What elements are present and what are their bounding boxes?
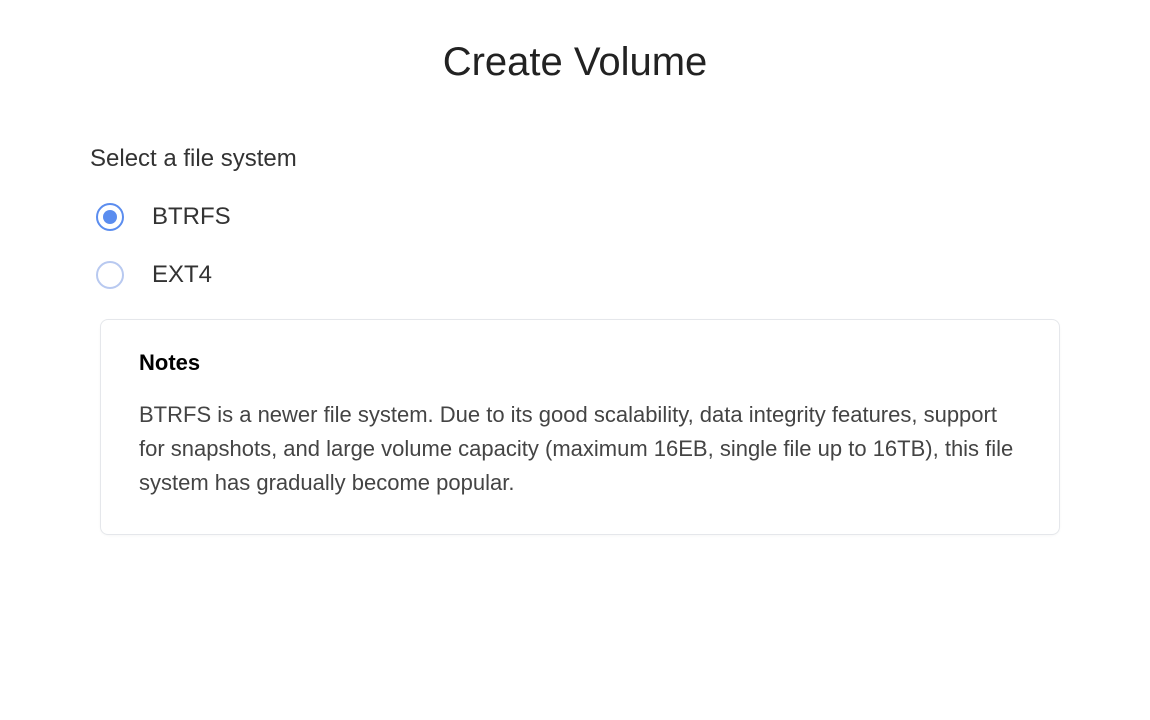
radio-selected-dot: [103, 210, 117, 224]
radio-icon: [96, 261, 124, 289]
radio-icon: [96, 203, 124, 231]
radio-option-ext4[interactable]: EXT4: [90, 261, 1060, 289]
radio-label-ext4: EXT4: [152, 261, 212, 289]
radio-option-btrfs[interactable]: BTRFS: [90, 203, 1060, 231]
radio-label-btrfs: BTRFS: [152, 203, 231, 231]
notes-body: BTRFS is a newer file system. Due to its…: [139, 398, 1021, 500]
notes-heading: Notes: [139, 350, 1021, 376]
page-title: Create Volume: [90, 40, 1060, 85]
notes-card: Notes BTRFS is a newer file system. Due …: [100, 319, 1060, 535]
filesystem-section-label: Select a file system: [90, 145, 1060, 173]
